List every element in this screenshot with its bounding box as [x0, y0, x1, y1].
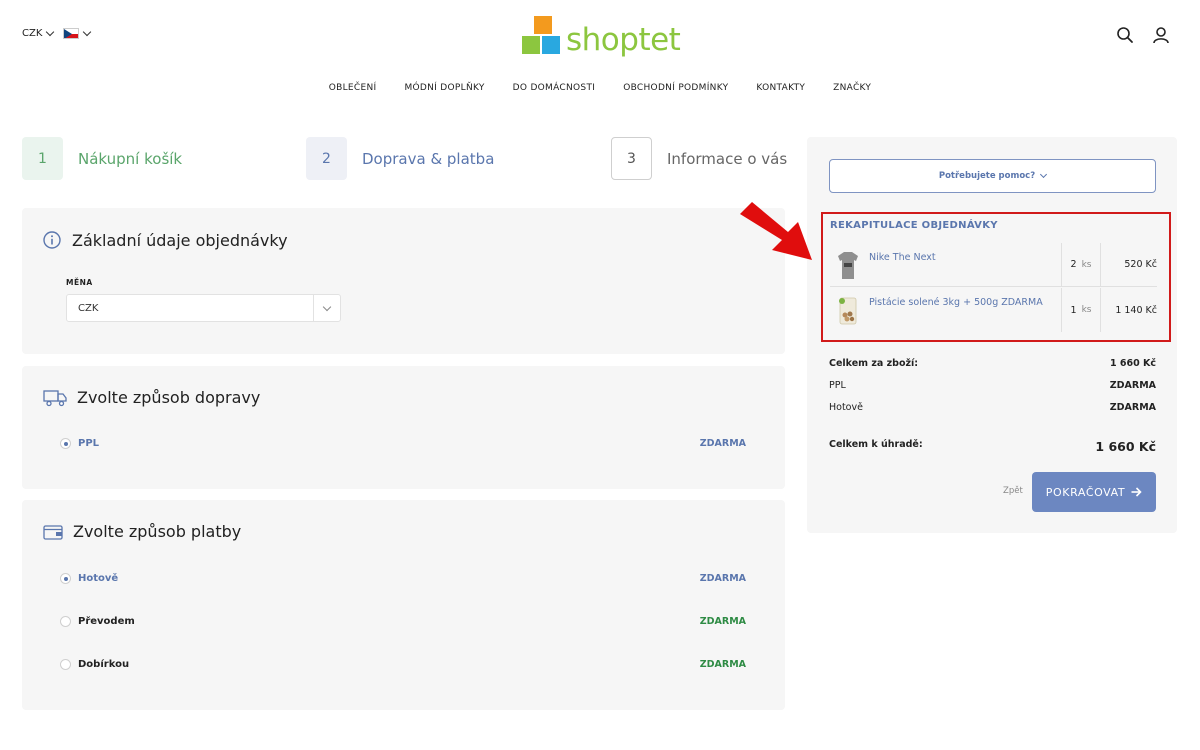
chevron-down-icon: [322, 302, 332, 312]
product-name-link[interactable]: Pistácie solené 3kg + 500g ZDARMA: [869, 297, 1061, 308]
step-number: 3: [611, 137, 652, 180]
nav-item-obleceni[interactable]: OBLEČENÍ: [329, 83, 377, 93]
panel-title: Základní údaje objednávky: [42, 230, 288, 250]
currency-select[interactable]: CZK: [66, 294, 341, 322]
option-label: Převodem: [78, 616, 135, 627]
shipping-total-row: PPL ZDARMA: [829, 380, 1156, 391]
currency-field-label: MĚNA: [66, 278, 93, 287]
step-customer-info: 3 Informace o vás: [611, 137, 787, 180]
payment-option-dobirkou[interactable]: Dobírkou ZDARMA: [60, 659, 746, 670]
continue-button-label: POKRAČOVAT: [1045, 485, 1126, 499]
quantity-unit: ks: [1081, 305, 1092, 315]
pistachio-bag-thumbnail-icon[interactable]: [834, 293, 862, 327]
step-number: 2: [306, 137, 347, 180]
radio-button[interactable]: [60, 616, 71, 627]
panel-title-text: Zvolte způsob platby: [73, 522, 242, 541]
payment-option-hotove[interactable]: Hotově ZDARMA: [60, 573, 746, 584]
user-icon[interactable]: [1152, 26, 1170, 44]
step-label: Doprava & platba: [362, 149, 495, 168]
total-value: ZDARMA: [1109, 402, 1156, 413]
panel-title-text: Základní údaje objednávky: [72, 230, 288, 250]
main-nav: OBLEČENÍ MÓDNÍ DOPLŇKY DO DOMÁCNOSTI OBC…: [0, 83, 1200, 93]
option-label: PPL: [78, 438, 100, 449]
chevron-down-icon: [46, 27, 55, 37]
radio-button[interactable]: [60, 438, 71, 449]
option-label: Dobírkou: [78, 659, 130, 670]
radio-button[interactable]: [60, 659, 71, 670]
currency-switch-label: CZK: [22, 28, 43, 39]
payment-panel: Zvolte způsob platby Hotově ZDARMA Převo…: [22, 500, 785, 710]
step-shipping-payment: 2 Doprava & platba: [306, 137, 494, 180]
header-icons: [1116, 26, 1170, 44]
step-cart[interactable]: 1 Nákupní košík: [22, 137, 182, 180]
grand-total-row: Celkem k úhradě: 1 660 Kč: [829, 439, 1156, 454]
nav-item-obchodni-podminky[interactable]: OBCHODNÍ PODMÍNKY: [623, 83, 728, 93]
option-label: Hotově: [78, 573, 119, 584]
panel-title: Zvolte způsob dopravy: [43, 388, 260, 407]
help-button[interactable]: Potřebujete pomoc?: [829, 159, 1156, 193]
quantity-value: 1: [1070, 304, 1077, 316]
nav-item-znacky[interactable]: ZNAČKY: [833, 83, 871, 93]
nav-item-do-domacnosti[interactable]: DO DOMÁCNOSTI: [513, 83, 596, 93]
shipping-option-ppl[interactable]: PPL ZDARMA: [60, 438, 746, 449]
arrow-right-icon: [1131, 487, 1142, 497]
annotation-arrow-icon: [740, 202, 812, 260]
order-basics-panel: Základní údaje objednávky MĚNA CZK: [22, 208, 785, 354]
payment-option-prevodem[interactable]: Převodem ZDARMA: [60, 616, 746, 627]
nav-item-kontakty[interactable]: KONTAKTY: [756, 83, 805, 93]
grand-total-label: Celkem k úhradě:: [829, 439, 923, 450]
item-quantity: 1 ks: [1061, 288, 1101, 332]
order-recap-highlight: REKAPITULACE OBJEDNÁVKY Nike The Next 2 …: [821, 212, 1171, 342]
chevron-down-icon: [1040, 170, 1048, 179]
recap-item: Pistácie solené 3kg + 500g ZDARMA 1 ks 1…: [830, 288, 1157, 332]
czech-flag-icon: [63, 28, 80, 39]
recap-item: Nike The Next 2 ks 520 Kč: [830, 242, 1157, 287]
language-switch[interactable]: [63, 27, 92, 39]
currency-select-value: CZK: [78, 302, 99, 314]
order-summary-sidebar: Potřebujete pomoc? REKAPITULACE OBJEDNÁV…: [807, 137, 1177, 533]
total-label: Celkem za zboží:: [829, 358, 919, 369]
total-label: PPL: [829, 380, 846, 391]
step-number: 1: [22, 137, 63, 180]
panel-title: Zvolte způsob platby: [43, 522, 241, 541]
item-price: 1 140 Kč: [1115, 304, 1157, 316]
option-price: ZDARMA: [699, 573, 746, 584]
nav-item-modni-doplnky[interactable]: MÓDNÍ DOPLŇKY: [404, 83, 484, 93]
quantity-value: 2: [1070, 259, 1077, 270]
payment-total-row: Hotově ZDARMA: [829, 402, 1156, 413]
radio-button[interactable]: [60, 573, 71, 584]
total-value: 1 660 Kč: [1109, 358, 1156, 369]
panel-title-text: Zvolte způsob dopravy: [77, 388, 261, 407]
logo-text: shoptet: [566, 22, 681, 58]
truck-icon: [43, 389, 67, 406]
currency-switch[interactable]: CZK: [22, 27, 55, 39]
option-price: ZDARMA: [699, 616, 746, 627]
item-price: 520 Kč: [1124, 259, 1157, 270]
step-label: Informace o vás: [667, 149, 788, 168]
option-price: ZDARMA: [699, 438, 746, 449]
option-price: ZDARMA: [699, 659, 746, 670]
grand-total-value: 1 660 Kč: [1095, 439, 1156, 454]
shop-logo[interactable]: shoptet: [522, 16, 681, 58]
wallet-icon: [43, 524, 63, 540]
total-value: ZDARMA: [1109, 380, 1156, 391]
back-link[interactable]: Zpět: [1003, 486, 1023, 496]
item-quantity: 2 ks: [1061, 242, 1101, 287]
quantity-unit: ks: [1081, 259, 1092, 270]
total-label: Hotově: [829, 402, 863, 413]
search-icon[interactable]: [1116, 26, 1134, 44]
chevron-down-icon: [83, 27, 92, 37]
recap-title: REKAPITULACE OBJEDNÁVKY: [830, 220, 998, 231]
shipping-panel: Zvolte způsob dopravy PPL ZDARMA: [22, 366, 785, 489]
topbar-left: CZK: [22, 27, 92, 39]
info-icon: [43, 231, 61, 249]
goods-total-row: Celkem za zboží: 1 660 Kč: [829, 358, 1156, 369]
logo-mark-icon: [522, 16, 564, 58]
step-label: Nákupní košík: [78, 149, 183, 168]
help-button-label: Potřebujete pomoc?: [938, 171, 1036, 181]
product-name-link[interactable]: Nike The Next: [869, 252, 1061, 263]
continue-button[interactable]: POKRAČOVAT: [1032, 472, 1156, 512]
tshirt-thumbnail-icon[interactable]: [834, 248, 862, 282]
